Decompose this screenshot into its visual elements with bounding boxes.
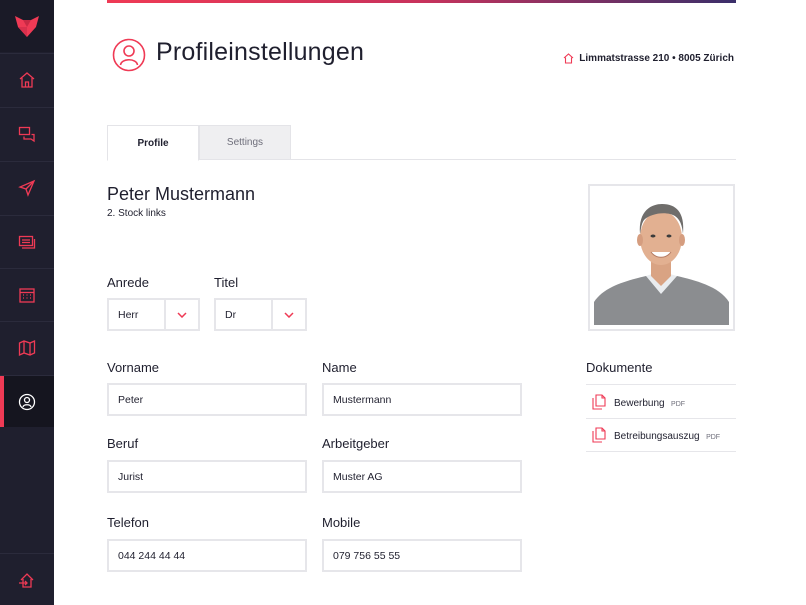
document-name: Bewerbung xyxy=(614,397,665,409)
tab-bar: Profile Settings xyxy=(107,125,736,161)
pdf-document-icon xyxy=(592,393,606,410)
pdf-document-icon xyxy=(592,427,606,443)
telefon-label: Telefon xyxy=(107,515,149,530)
profile-icon xyxy=(112,38,146,77)
person-name: Peter Mustermann xyxy=(107,184,256,204)
sidebar-item-map[interactable] xyxy=(0,321,54,373)
calendar-icon xyxy=(19,287,35,303)
sidebar-item-calendar[interactable] xyxy=(0,268,54,320)
sidebar-item-send[interactable] xyxy=(0,161,54,213)
sidebar-item-cards[interactable] xyxy=(0,215,54,267)
chevron-down-icon[interactable] xyxy=(271,300,305,329)
vorname-label: Vorname xyxy=(107,360,160,375)
anrede-select[interactable]: Herr xyxy=(107,298,200,331)
home-icon xyxy=(563,53,574,64)
chevron-down-icon[interactable] xyxy=(164,300,198,329)
mobile-field[interactable]: 079 756 55 55 xyxy=(322,539,522,572)
map-icon xyxy=(18,339,36,356)
anrede-label: Anrede xyxy=(107,275,149,290)
sidebar-item-home[interactable] xyxy=(0,53,54,105)
name-label: Name xyxy=(322,360,357,375)
documents-title: Dokumente xyxy=(586,360,653,375)
tab-settings[interactable]: Settings xyxy=(199,125,291,160)
profile-photo[interactable] xyxy=(588,184,735,331)
paper-plane-icon xyxy=(18,179,36,197)
name-field[interactable]: Mustermann xyxy=(322,383,522,416)
beruf-field[interactable]: Jurist xyxy=(107,460,307,493)
sidebar xyxy=(0,0,54,605)
fox-logo-icon[interactable] xyxy=(0,0,54,52)
top-accent-line xyxy=(107,0,736,3)
sidebar-item-profile[interactable] xyxy=(0,375,54,427)
tab-profile[interactable]: Profile xyxy=(107,125,199,161)
address: Limmatstrasse 210 • 8005 Zürich xyxy=(563,53,734,64)
anrede-value: Herr xyxy=(118,308,139,321)
sidebar-item-messages[interactable] xyxy=(0,107,54,159)
cards-icon xyxy=(18,235,36,249)
home-icon xyxy=(19,71,35,88)
document-item[interactable]: Bewerbung PDF xyxy=(586,384,736,418)
person-location: 2. Stock links xyxy=(107,208,166,219)
logout-icon xyxy=(19,572,34,588)
mobile-label: Mobile xyxy=(322,515,361,530)
document-type: PDF xyxy=(671,400,686,408)
arbeitgeber-label: Arbeitgeber xyxy=(322,436,390,451)
document-type: PDF xyxy=(706,434,721,441)
telefon-field[interactable]: 044 244 44 44 xyxy=(107,539,307,572)
document-name: Betreibungsauszug xyxy=(614,431,700,442)
sidebar-item-logout[interactable] xyxy=(0,553,54,605)
beruf-label: Beruf xyxy=(107,436,139,451)
vorname-field[interactable]: Peter xyxy=(107,383,307,416)
chat-bubbles-icon xyxy=(18,126,35,142)
document-item[interactable]: Betreibungsauszug PDF xyxy=(586,418,736,452)
address-text: Limmatstrasse 210 • 8005 Zürich xyxy=(579,53,734,64)
titel-select[interactable]: Dr xyxy=(214,298,307,331)
titel-value: Dr xyxy=(225,308,237,321)
arbeitgeber-field[interactable]: Muster AG xyxy=(322,460,522,493)
user-circle-icon xyxy=(18,393,36,410)
titel-label: Titel xyxy=(214,275,239,290)
page-title: Profileinstellungen xyxy=(156,38,365,66)
